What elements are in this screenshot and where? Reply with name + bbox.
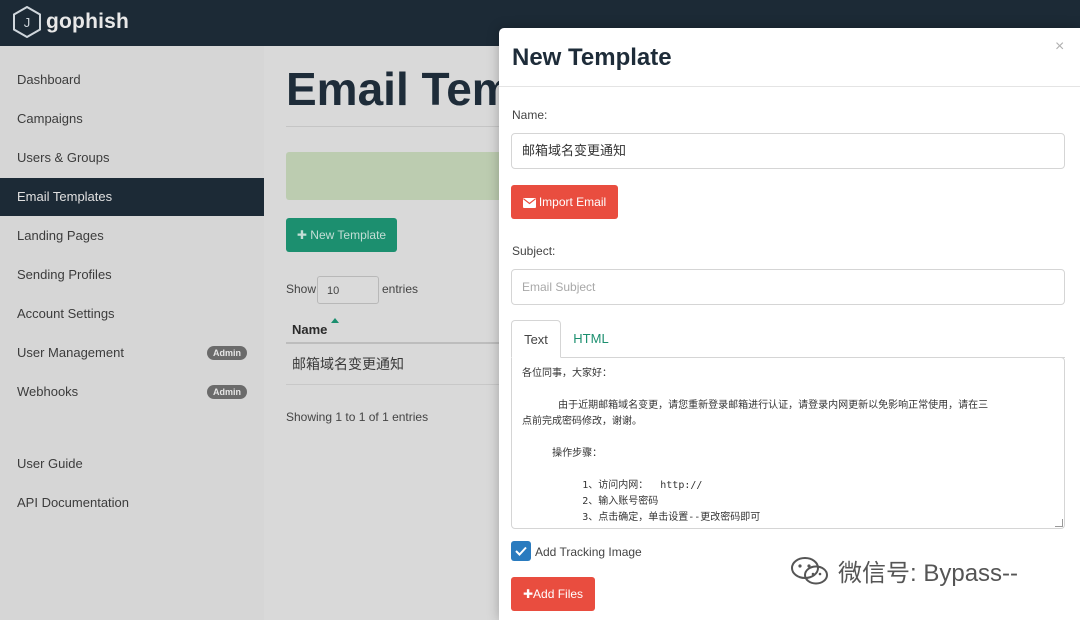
editor-line: 2、输入账号密码 — [522, 496, 659, 507]
new-template-label: New Template — [310, 228, 387, 242]
editor-line: 各位同事，大家好： — [522, 368, 612, 379]
import-email-label: Import Email — [538, 195, 607, 209]
new-template-modal: New Template × Name: 邮箱域名变更通知 Import Ema… — [499, 28, 1080, 620]
modal-title: New Template — [512, 44, 672, 71]
sidebar-item-label: Webhooks — [17, 384, 79, 399]
sidebar-item-user-management[interactable]: User Management Admin — [0, 334, 264, 372]
editor-line: 点前完成密码修改，谢谢。 — [522, 416, 642, 427]
table-info: Showing 1 to 1 of 1 entries — [286, 410, 429, 424]
plus-icon: ✚ — [522, 587, 534, 601]
sort-ascending-icon[interactable] — [331, 318, 339, 323]
watermark-text: 微信号: Bypass-- — [838, 560, 1019, 587]
name-input[interactable]: 邮箱域名变更通知 — [511, 133, 1065, 169]
brand-name: gophish — [46, 10, 130, 33]
checkmark-icon — [515, 546, 527, 556]
sidebar-item-webhooks[interactable]: Webhooks Admin — [0, 373, 264, 411]
watermark: 微信号: Bypass-- — [790, 553, 1018, 588]
sidebar-item-dashboard[interactable]: Dashboard — [0, 61, 264, 99]
page-title: Email Tem — [286, 63, 513, 115]
entries-select[interactable]: 10 — [317, 276, 379, 304]
subject-input[interactable]: Email Subject — [511, 269, 1065, 305]
editor-line: 由于近期邮箱域名变更，请您重新登录邮箱进行认证，请登录内网更新以免影响正常使用，… — [522, 400, 989, 411]
sidebar-item-sending-profiles[interactable]: Sending Profiles — [0, 256, 264, 294]
plus-icon: ✚ — [296, 228, 307, 242]
new-template-button[interactable]: ✚ New Template — [286, 218, 397, 252]
brand-logo[interactable]: J gophish — [12, 6, 129, 38]
sidebar-item-label: Email Templates — [17, 189, 113, 204]
sidebar-item-label: Sending Profiles — [17, 267, 112, 282]
sidebar-item-label: Users & Groups — [17, 150, 110, 165]
editor-line: 3、点击确定，单击设置--更改密码即可 — [522, 512, 761, 523]
column-header-name[interactable]: Name — [292, 322, 327, 337]
svg-text:J: J — [24, 15, 31, 30]
close-icon[interactable]: × — [1055, 38, 1064, 56]
tracking-image-checkbox[interactable] — [511, 541, 531, 561]
resize-handle-icon[interactable] — [1055, 519, 1063, 527]
editor-line: 1、访问内网： http:// — [522, 480, 703, 491]
sidebar-item-user-guide[interactable]: User Guide — [0, 445, 264, 483]
import-email-button[interactable]: Import Email — [511, 185, 618, 219]
add-files-button[interactable]: ✚Add Files — [511, 577, 595, 611]
admin-badge: Admin — [207, 385, 247, 399]
wechat-icon — [791, 556, 828, 584]
table-row-name[interactable]: 邮箱域名变更通知 — [292, 354, 404, 374]
sidebar-item-account-settings[interactable]: Account Settings — [0, 295, 264, 333]
tab-text[interactable]: Text — [511, 320, 561, 358]
name-label: Name: — [512, 108, 548, 122]
add-files-label: Add Files — [533, 587, 584, 601]
sidebar-item-label: API Documentation — [17, 495, 130, 510]
sidebar-item-label: Landing Pages — [17, 228, 104, 243]
envelope-icon — [522, 197, 536, 208]
editor-line: 操作步骤： — [522, 448, 603, 459]
tracking-image-label[interactable]: Add Tracking Image — [535, 545, 642, 559]
email-body-textarea[interactable]: 各位同事，大家好： 由于近期邮箱域名变更，请您重新登录邮箱进行认证，请登录内网更… — [511, 357, 1065, 529]
admin-badge: Admin — [207, 346, 247, 360]
sidebar-item-label: User Management — [17, 345, 124, 360]
subject-label: Subject: — [512, 244, 556, 258]
sidebar-item-users-groups[interactable]: Users & Groups — [0, 139, 264, 177]
entries-label: entries — [382, 282, 419, 296]
sidebar-item-api-documentation[interactable]: API Documentation — [0, 484, 264, 522]
sidebar-item-label: Account Settings — [17, 306, 115, 321]
sidebar-item-email-templates[interactable]: Email Templates — [0, 178, 264, 216]
modal-header-divider — [499, 86, 1080, 87]
sidebar-item-label: Campaigns — [17, 111, 83, 126]
sidebar-item-label: User Guide — [17, 456, 83, 471]
sidebar: Dashboard Campaigns Users & Groups Email… — [0, 46, 264, 620]
show-label: Show — [286, 282, 317, 296]
sidebar-item-label: Dashboard — [17, 72, 81, 87]
sidebar-item-landing-pages[interactable]: Landing Pages — [0, 217, 264, 255]
sidebar-item-campaigns[interactable]: Campaigns — [0, 100, 264, 138]
tab-html[interactable]: HTML — [571, 320, 611, 358]
gophish-hex-icon: J — [13, 6, 41, 38]
